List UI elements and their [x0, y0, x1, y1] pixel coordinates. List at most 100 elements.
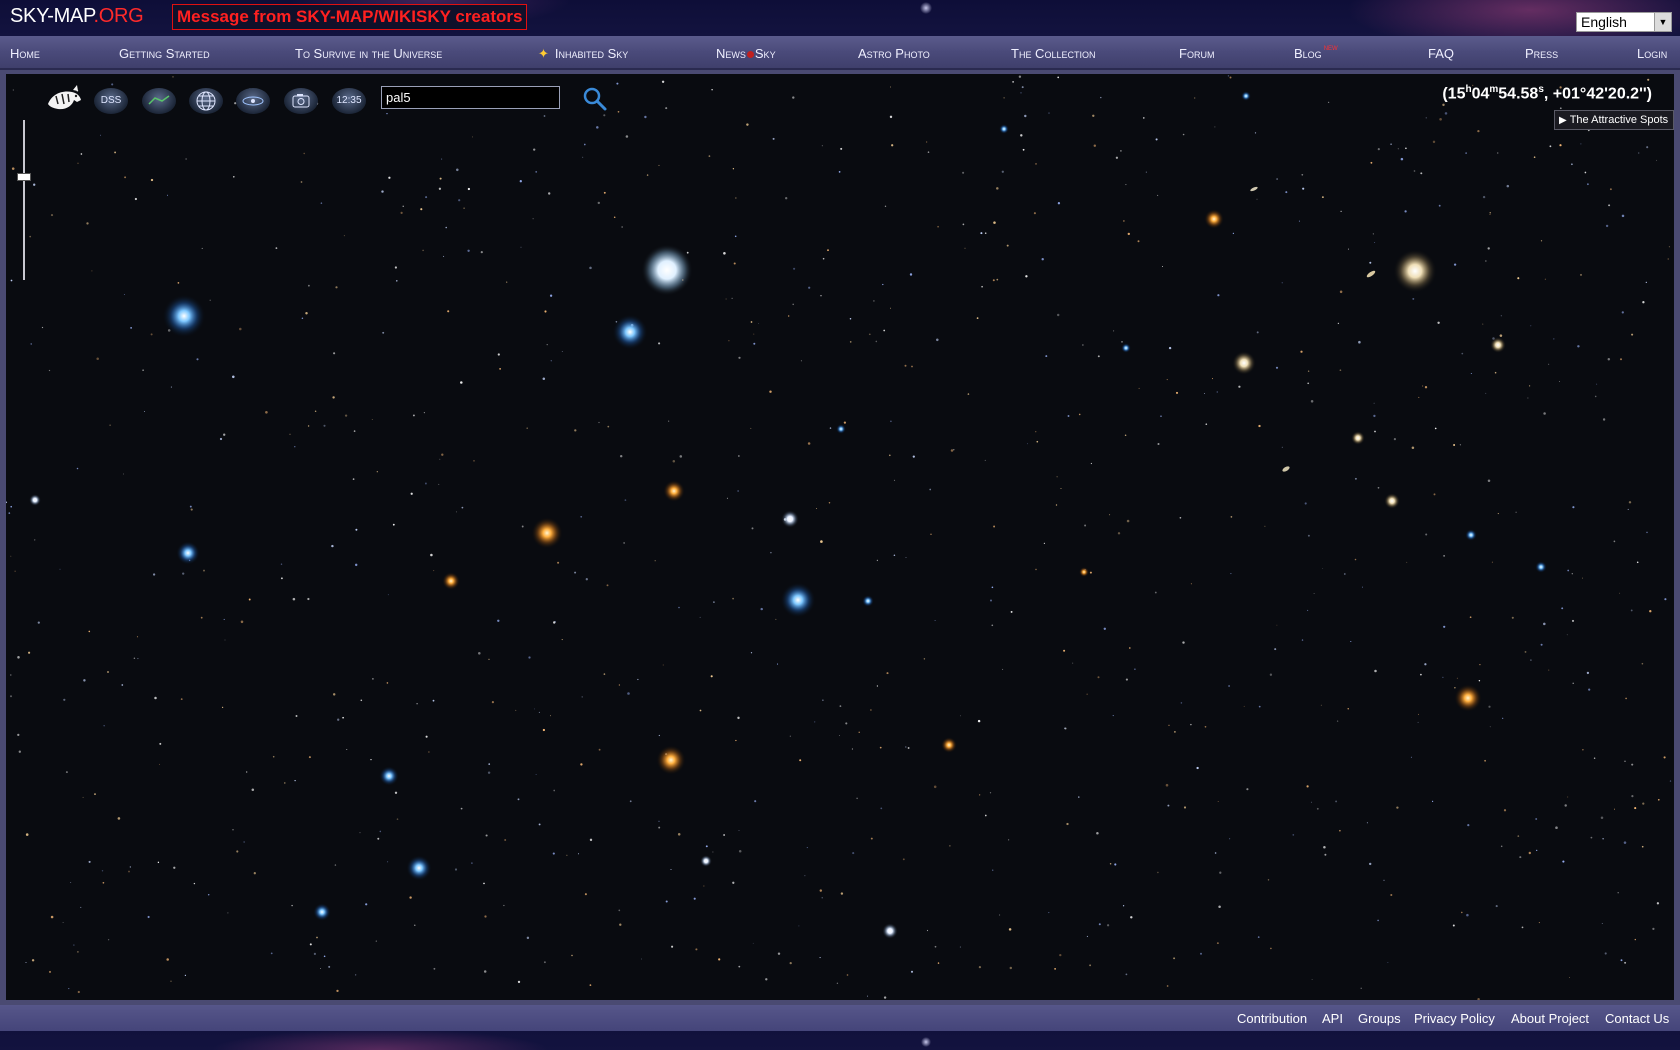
nav-item-faq[interactable]: FAQ [1428, 46, 1454, 61]
attractive-spots-button[interactable]: ▶ The Attractive Spots [1554, 110, 1674, 130]
faint-star [561, 639, 563, 641]
faint-star [1320, 704, 1322, 706]
faint-star [18, 750, 21, 753]
faint-star [641, 958, 642, 960]
faint-star [949, 845, 951, 847]
constellation-icon[interactable] [142, 88, 176, 114]
faint-star [1302, 187, 1305, 190]
faint-star [843, 421, 847, 424]
faint-star [386, 682, 389, 684]
faint-star [1154, 591, 1157, 594]
faint-star [619, 454, 623, 458]
faint-star [439, 458, 441, 460]
faint-star [1620, 959, 1623, 962]
faint-star [394, 266, 398, 269]
faint-star [1125, 973, 1128, 976]
tiger-icon[interactable] [44, 82, 84, 116]
nav-item-getting-started[interactable]: Getting Started [119, 46, 210, 61]
faint-star [1500, 315, 1502, 317]
faint-star [1431, 800, 1434, 803]
faint-star [223, 618, 225, 620]
nav-item-the-collection[interactable]: The Collection [1011, 46, 1095, 61]
search-input[interactable] [381, 86, 560, 109]
faint-star [25, 961, 27, 964]
faint-star [1086, 693, 1088, 695]
grid-globe-icon[interactable] [189, 88, 223, 114]
creators-message-link[interactable]: Message from SKY-MAP/WIKISKY creators [172, 4, 528, 30]
sky-map-viewport[interactable]: DSS 12:35 (15h04m54.58s, +01°42'20.2'') … [6, 74, 1674, 1000]
faint-star [295, 715, 298, 717]
faint-star [506, 281, 508, 283]
faint-star [17, 733, 20, 737]
faint-star [884, 205, 887, 207]
faint-star [33, 183, 36, 186]
faint-star [671, 945, 674, 948]
faint-star [499, 368, 501, 370]
galaxy-icon[interactable] [236, 88, 270, 114]
faint-star [789, 961, 792, 965]
faint-star [1577, 345, 1580, 348]
faint-star [1200, 952, 1202, 955]
faint-star [1354, 477, 1357, 480]
faint-star [1530, 325, 1532, 327]
footer-link-about-project[interactable]: About Project [1511, 1011, 1589, 1026]
faint-star [1444, 112, 1448, 115]
nav-item-forum[interactable]: Forum [1179, 46, 1214, 61]
faint-star [625, 135, 629, 138]
nav-item-astro-photo[interactable]: Astro Photo [858, 46, 930, 61]
faint-star [1567, 796, 1569, 798]
faint-star [1502, 717, 1504, 719]
faint-star [734, 235, 737, 238]
site-logo[interactable]: SKY-MAP.ORG [10, 5, 144, 28]
nav-item-blog[interactable]: Blog new [1294, 43, 1338, 61]
footer-link-privacy-policy[interactable]: Privacy Policy [1414, 1011, 1495, 1026]
faint-star [1168, 724, 1170, 726]
nav-item-survive-universe[interactable]: To Survive in the Universe [295, 46, 442, 61]
faint-star [751, 527, 754, 530]
nav-item-login[interactable]: Login [1637, 46, 1667, 61]
faint-star [82, 796, 84, 798]
footer-link-api[interactable]: API [1322, 1011, 1343, 1026]
nav-item-news-sky[interactable]: News Sky [716, 46, 776, 61]
nav-item-press[interactable]: Press [1525, 46, 1558, 61]
faint-star [670, 868, 672, 871]
clock-icon[interactable]: 12:35 [332, 88, 366, 114]
language-select[interactable]: English ▼ [1576, 12, 1672, 32]
nav-item-inhabited-sky[interactable]: ✦ Inhabited Sky [538, 46, 628, 62]
faint-star [581, 696, 583, 698]
nav-item-home[interactable]: Home [10, 46, 40, 61]
faint-star [6, 501, 8, 504]
footer-link-contact-us[interactable]: Contact Us [1605, 1011, 1669, 1026]
faint-star [1631, 795, 1634, 798]
faint-star [909, 273, 913, 276]
faint-star [130, 327, 132, 329]
footer-link-groups[interactable]: Groups [1358, 1011, 1401, 1026]
search-icon[interactable] [582, 86, 608, 112]
faint-star [1048, 912, 1050, 914]
faint-star [993, 525, 996, 528]
faint-star [443, 255, 445, 257]
faint-star [750, 427, 752, 429]
faint-star [535, 171, 538, 173]
faint-star [308, 284, 310, 287]
faint-star [710, 675, 713, 678]
dss-survey-icon[interactable]: DSS [94, 88, 128, 114]
faint-star [91, 270, 93, 272]
faint-star [471, 136, 473, 138]
faint-star [959, 946, 961, 948]
faint-star [1488, 705, 1491, 708]
zoom-slider[interactable] [17, 120, 31, 280]
faint-star [629, 800, 632, 803]
faint-star [1638, 152, 1640, 154]
faint-star [728, 340, 730, 342]
footer-link-contribution[interactable]: Contribution [1237, 1011, 1307, 1026]
faint-star [1642, 802, 1645, 805]
zoom-handle[interactable] [17, 173, 31, 181]
faint-star [1340, 210, 1342, 213]
faint-star [808, 286, 811, 289]
faint-star [184, 974, 187, 977]
camera-icon[interactable] [284, 88, 318, 114]
faint-star [1663, 756, 1666, 759]
faint-star [1559, 144, 1562, 147]
faint-star [839, 735, 840, 737]
